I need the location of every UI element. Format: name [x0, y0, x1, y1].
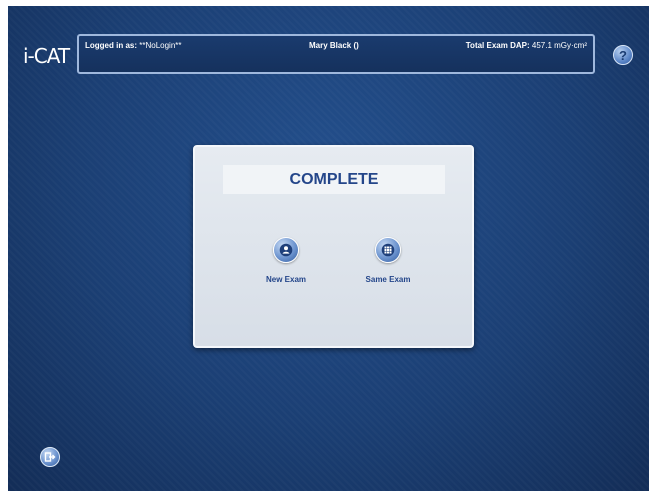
new-exam-action[interactable]: New Exam [251, 237, 321, 284]
grid-icon [381, 243, 395, 257]
dialog-title: COMPLETE [223, 165, 445, 194]
dap-label: Total Exam DAP: [465, 41, 530, 50]
app-logo: i-CAT [23, 44, 70, 68]
person-icon [279, 243, 293, 257]
login-status: Logged in as: **NoLogin** [85, 41, 182, 50]
same-exam-action[interactable]: Same Exam [353, 237, 423, 284]
new-exam-label: New Exam [265, 275, 307, 284]
help-button[interactable]: ? [613, 45, 633, 65]
exit-button[interactable] [40, 447, 60, 467]
same-exam-button[interactable] [375, 237, 401, 263]
new-exam-button[interactable] [273, 237, 299, 263]
dap-readout: Total Exam DAP: 457.1 mGy·cm² [466, 41, 587, 50]
same-exam-label: Same Exam [365, 275, 411, 284]
dap-value: 457.1 mGy·cm² [531, 41, 587, 50]
login-label: Logged in as: [85, 41, 137, 50]
status-bar: Logged in as: **NoLogin** Mary Black () … [77, 34, 595, 74]
complete-dialog: COMPLETE New Exam Same Exam [193, 145, 474, 348]
patient-name: Mary Black () [309, 41, 359, 50]
exit-icon [44, 452, 56, 462]
login-value: **NoLogin** [139, 41, 182, 50]
help-icon: ? [619, 47, 627, 63]
app-screen: i-CAT Logged in as: **NoLogin** Mary Bla… [8, 6, 649, 491]
